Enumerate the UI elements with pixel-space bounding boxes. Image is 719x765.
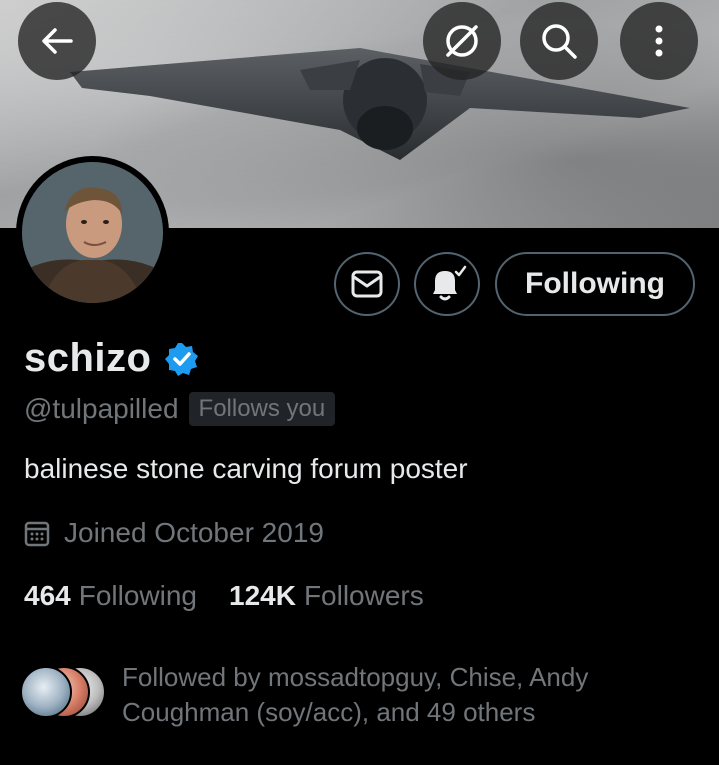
back-button[interactable] xyxy=(18,2,96,80)
message-button[interactable] xyxy=(334,252,400,316)
search-icon xyxy=(542,24,577,59)
following-label: Following xyxy=(78,580,197,611)
handle-row: @tulpapilled Follows you xyxy=(24,392,336,426)
mutual-avatar xyxy=(20,666,72,718)
more-vertical-icon xyxy=(655,25,663,57)
joined-row: Joined October 2019 xyxy=(24,517,324,549)
profile-name-row: schizo xyxy=(24,336,199,381)
bell-check-icon xyxy=(433,265,467,301)
followed-by-text: Followed by mossadtopguy, Chise, Andy Co… xyxy=(122,662,589,727)
arrow-left-icon xyxy=(42,28,73,54)
followers-label: Followers xyxy=(303,580,424,611)
joined-date: Joined October 2019 xyxy=(64,517,324,548)
following-count: 464 xyxy=(24,580,71,611)
followers-you-know-avatars xyxy=(20,666,106,720)
verified-badge-icon[interactable] xyxy=(165,342,199,376)
avatar[interactable] xyxy=(16,156,169,309)
following-stat[interactable]: 464 Following xyxy=(24,580,197,612)
username-handle: @tulpapilled xyxy=(24,393,179,424)
grok-button[interactable] xyxy=(423,2,501,80)
follows-you-badge: Follows you xyxy=(188,392,336,426)
followers-stat[interactable]: 124K Followers xyxy=(229,580,424,612)
slash-circle-icon xyxy=(446,25,478,57)
follow-stats: 464 Following 124K Followers xyxy=(24,580,424,612)
display-name: schizo xyxy=(24,336,152,380)
avatar-image xyxy=(22,162,163,303)
calendar-icon xyxy=(24,521,50,547)
bio-text: balinese stone carving forum poster xyxy=(24,453,468,484)
search-button[interactable] xyxy=(520,2,598,80)
notifications-button[interactable] xyxy=(414,252,480,316)
followed-by[interactable]: Followed by mossadtopguy, Chise, Andy Co… xyxy=(20,660,642,730)
followers-count: 124K xyxy=(229,580,296,611)
envelope-icon xyxy=(351,270,383,298)
following-button[interactable]: Following xyxy=(495,252,695,316)
more-button[interactable] xyxy=(620,2,698,80)
